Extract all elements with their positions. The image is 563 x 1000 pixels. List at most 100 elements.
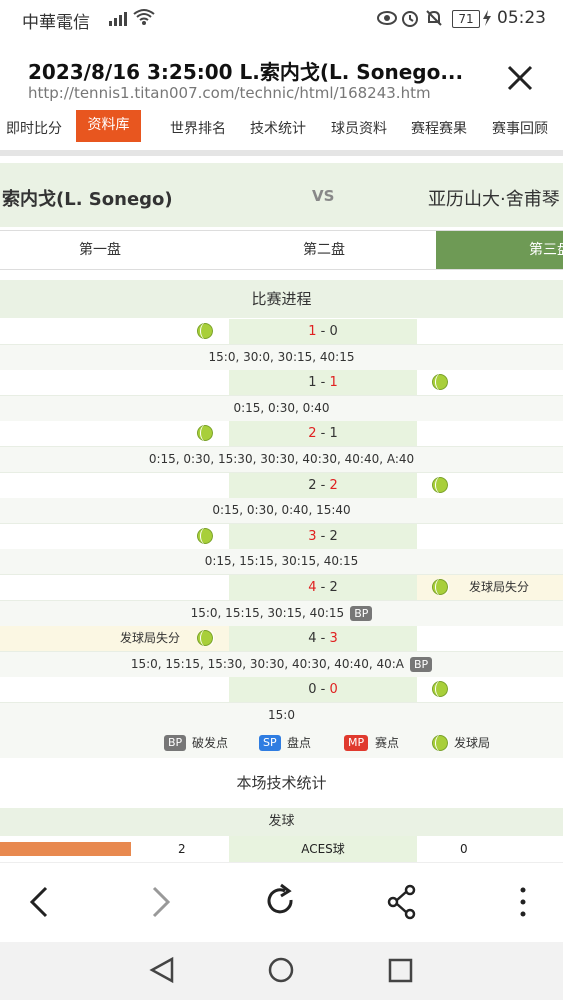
tennis-ball-icon bbox=[197, 526, 214, 545]
score-separator: - bbox=[316, 324, 330, 339]
legend-serve-text: 发球局 bbox=[454, 736, 491, 750]
wifi-icon bbox=[133, 8, 155, 30]
tennis-ball-icon bbox=[432, 680, 449, 699]
nav-recents-button[interactable] bbox=[388, 958, 414, 988]
nav-back-button[interactable] bbox=[148, 956, 176, 988]
carrier-name: 中華電信 bbox=[22, 13, 90, 33]
game-score-row: 2 - 2 bbox=[0, 472, 563, 499]
score-left: 4 bbox=[308, 631, 317, 647]
player-one-name[interactable]: 索内戈(L. Sonego) bbox=[2, 185, 173, 211]
game-score-row: 发球局失分 4 - 2 bbox=[0, 575, 563, 601]
score-right: 1 bbox=[329, 375, 338, 391]
game-points-row: 0:15, 0:30, 0:40 bbox=[0, 395, 563, 422]
status-time: 05:23 bbox=[497, 8, 546, 28]
mute-icon bbox=[424, 8, 444, 32]
score-left: 1 bbox=[308, 324, 317, 339]
stats-section-serve: 发球 bbox=[0, 808, 563, 836]
game-points-row: 0:15, 0:30, 15:30, 30:30, 40:30, 40:40, … bbox=[0, 447, 563, 473]
tab-set-3-label: 第三盘 bbox=[529, 242, 563, 258]
points-sequence: 15:0, 15:15, 30:15, 40:15 bbox=[190, 605, 345, 620]
score-right: 3 bbox=[329, 631, 338, 647]
page-title: 2023/8/16 3:25:00 L.索内戈(L. Sonego... bbox=[28, 60, 464, 84]
tennis-ball-icon bbox=[432, 373, 449, 392]
aces-left-value: 2 bbox=[178, 842, 186, 856]
score-left: 2 bbox=[308, 426, 317, 442]
game-points-row: 0:15, 15:15, 30:15, 40:15 bbox=[0, 549, 563, 576]
player-two-name[interactable]: 亚历山大·舍甫琴 bbox=[428, 185, 560, 211]
points-sequence: 0:15, 0:30, 0:40 bbox=[233, 400, 330, 415]
game-score-row: 0 - 0 bbox=[0, 677, 563, 704]
nav-live-score[interactable]: 即时比分 bbox=[6, 118, 62, 138]
tennis-ball-icon bbox=[197, 629, 214, 648]
nav-schedule-results[interactable]: 赛程赛果 bbox=[411, 118, 467, 138]
tennis-ball-icon bbox=[197, 424, 214, 443]
score-separator: - bbox=[316, 682, 330, 698]
legend-tennis-ball-icon bbox=[432, 734, 449, 752]
aces-right-value: 0 bbox=[460, 842, 468, 856]
game-score-row: 发球局失分 4 - 3 bbox=[0, 626, 563, 653]
more-menu-button[interactable] bbox=[503, 880, 543, 924]
score-left: 3 bbox=[308, 528, 317, 544]
nav-home-button[interactable] bbox=[267, 956, 295, 988]
share-icon bbox=[387, 884, 416, 920]
score-right: 1 bbox=[329, 426, 338, 442]
aces-left-bar bbox=[0, 842, 131, 856]
points-sequence: 15:0 bbox=[268, 708, 295, 722]
score-left: 1 bbox=[308, 375, 317, 391]
forward-arrow-icon bbox=[152, 886, 171, 918]
points-sequence: 0:15, 0:30, 15:30, 30:30, 40:30, 40:40, … bbox=[148, 452, 415, 466]
tab-set-2[interactable]: 第二盘 bbox=[224, 231, 424, 269]
score-separator: - bbox=[316, 426, 330, 442]
share-button[interactable] bbox=[382, 880, 422, 924]
tennis-ball-icon bbox=[197, 322, 214, 340]
nav-tech-stats[interactable]: 技术统计 bbox=[250, 118, 306, 138]
game-points-row: 0:15, 0:30, 0:40, 15:40 bbox=[0, 498, 563, 525]
game-points-row: 15:0, 15:15, 15:30, 30:30, 40:30, 40:40,… bbox=[0, 651, 563, 678]
stats-title: 本场技术统计 bbox=[236, 774, 327, 792]
battery-indicator: 71 bbox=[452, 10, 480, 28]
back-arrow-icon bbox=[29, 886, 48, 918]
game-points-row: 15:0, 30:0, 30:15, 40:15 bbox=[0, 344, 563, 371]
score-separator: - bbox=[316, 528, 330, 544]
eye-icon bbox=[376, 10, 398, 30]
set-tabs: 第一盘 第二盘 第三盘 bbox=[0, 230, 563, 270]
close-icon bbox=[507, 65, 533, 91]
nav-divider bbox=[0, 150, 563, 156]
points-sequence: 0:15, 0:30, 0:40, 15:40 bbox=[212, 503, 351, 518]
score-separator: - bbox=[316, 631, 330, 647]
score-right: 2 bbox=[329, 477, 338, 493]
nav-database[interactable]: 资料库 bbox=[76, 110, 141, 142]
forward-button[interactable] bbox=[140, 880, 180, 924]
nav-player-info[interactable]: 球员资料 bbox=[331, 118, 387, 138]
alarm-icon bbox=[400, 8, 420, 32]
versus-label: VS bbox=[312, 187, 335, 205]
tab-set-1[interactable]: 第一盘 bbox=[0, 231, 200, 269]
game-score: 1 - 0 bbox=[229, 319, 417, 344]
nav-review[interactable]: 赛事回顾 bbox=[492, 118, 548, 138]
charging-icon bbox=[482, 10, 492, 30]
signal-icon bbox=[107, 10, 129, 30]
game-score: 2 - 1 bbox=[229, 421, 417, 447]
game-score-row: 2 - 1 bbox=[0, 421, 563, 448]
points-sequence: 15:0, 30:0, 30:15, 40:15 bbox=[208, 349, 355, 364]
game-score: 0 - 0 bbox=[229, 677, 417, 703]
reload-icon bbox=[267, 883, 293, 914]
game-score: 4 - 3 bbox=[229, 626, 417, 652]
back-button[interactable] bbox=[20, 880, 60, 924]
score-left: 2 bbox=[308, 477, 317, 493]
break-point-badge: BP bbox=[350, 605, 373, 621]
score-left: 0 bbox=[308, 682, 317, 698]
reload-button[interactable] bbox=[261, 880, 301, 924]
score-right: 0 bbox=[329, 682, 338, 698]
page-url[interactable]: http://tennis1.titan007.com/technic/html… bbox=[28, 84, 431, 102]
game-score: 2 - 2 bbox=[229, 472, 417, 498]
legend-bp-text: 破发点 bbox=[192, 736, 229, 750]
legend-mp-badge: MP bbox=[344, 735, 369, 751]
game-score-row: 1 - 0 bbox=[0, 319, 563, 345]
tab-set-3[interactable]: 第三盘 bbox=[436, 231, 563, 269]
score-right: 2 bbox=[329, 528, 338, 544]
more-vertical-icon bbox=[520, 887, 526, 917]
nav-world-ranking[interactable]: 世界排名 bbox=[170, 118, 226, 138]
score-left: 4 bbox=[308, 580, 317, 595]
close-button[interactable] bbox=[500, 58, 540, 98]
